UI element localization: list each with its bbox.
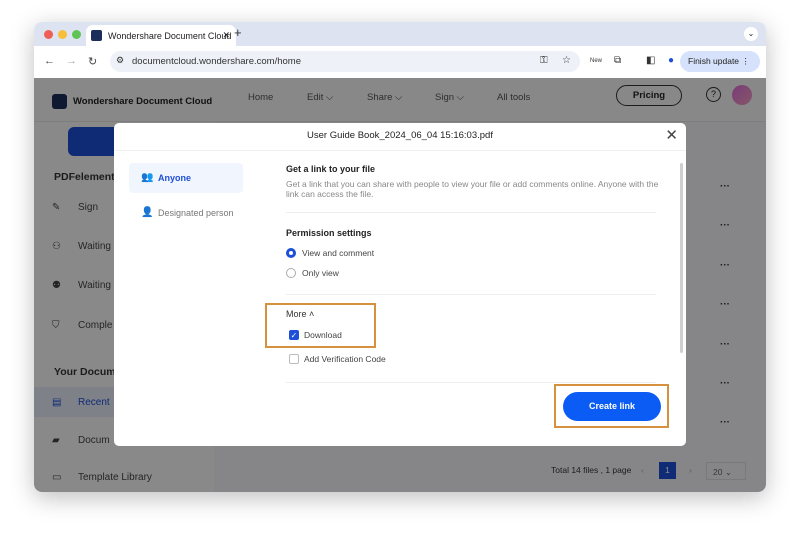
maximize-window-button[interactable] — [72, 30, 81, 39]
finish-update-button[interactable]: Finish update ⋮ — [680, 51, 760, 72]
finish-update-label: Finish update — [688, 56, 740, 66]
divider — [286, 212, 656, 213]
scrollbar[interactable] — [680, 163, 683, 353]
side-panel-icon[interactable]: ◧ — [646, 55, 655, 66]
more-label: More — [286, 309, 307, 319]
tab-bar: Wondershare Document Cloud ✕ + ⌄ — [34, 22, 766, 46]
close-window-button[interactable] — [44, 30, 53, 39]
url-input[interactable]: ⚙ documentcloud.wondershare.com/home ⚿ ☆ — [110, 51, 580, 72]
download-checkbox[interactable]: ✓ — [289, 330, 299, 340]
person-icon: 👤 — [141, 207, 154, 218]
tab-anyone[interactable]: 👥 Anyone — [129, 163, 243, 193]
tab-title: Wondershare Document Cloud — [108, 31, 232, 41]
create-link-button[interactable]: Create link — [563, 392, 661, 421]
new-extension-icon[interactable]: New — [590, 58, 602, 64]
tab-label: Designated person — [158, 208, 234, 218]
close-tab-icon[interactable]: ✕ — [222, 30, 230, 41]
divider — [286, 382, 656, 383]
verification-code-checkbox[interactable] — [289, 354, 299, 364]
highlight-box — [265, 303, 376, 348]
close-icon[interactable]: ✕ — [665, 126, 678, 144]
url-text: documentcloud.wondershare.com/home — [132, 56, 301, 67]
link-heading: Get a link to your file — [286, 164, 376, 174]
group-icon: 👥 — [141, 172, 154, 183]
chevron-up-icon: ˄ — [309, 309, 315, 319]
minimize-window-button[interactable] — [58, 30, 67, 39]
forward-icon[interactable]: → — [66, 55, 77, 67]
favicon-icon — [91, 30, 102, 41]
radio-only-view[interactable] — [286, 268, 296, 278]
star-icon[interactable]: ☆ — [562, 55, 571, 66]
dialog-title: User Guide Book_2024_06_04 15:16:03.pdf — [307, 130, 493, 141]
permission-heading: Permission settings — [286, 228, 372, 238]
browser-tab[interactable]: Wondershare Document Cloud ✕ — [86, 25, 236, 46]
extensions-icon[interactable]: ⧉ — [614, 55, 621, 66]
reload-icon[interactable]: ↻ — [88, 55, 97, 68]
divider — [114, 150, 686, 151]
key-icon[interactable]: ⚿ — [540, 55, 548, 66]
site-settings-icon[interactable]: ⚙ — [116, 55, 124, 66]
new-tab-button[interactable]: + — [234, 25, 242, 40]
share-dialog: User Guide Book_2024_06_04 15:16:03.pdf … — [114, 123, 686, 446]
divider — [286, 294, 656, 295]
back-icon[interactable]: ← — [44, 55, 55, 67]
radio-view-and-comment[interactable] — [286, 248, 296, 258]
radio-label[interactable]: View and comment — [302, 248, 374, 258]
more-toggle[interactable]: More ˄ — [286, 309, 314, 319]
address-bar-row: ← → ↻ ⚙ documentcloud.wondershare.com/ho… — [34, 46, 766, 78]
checkbox-label[interactable]: Download — [304, 330, 342, 340]
checkbox-label[interactable]: Add Verification Code — [304, 354, 386, 364]
radio-label[interactable]: Only view — [302, 268, 339, 278]
profile-icon[interactable]: ● — [668, 55, 674, 66]
link-description: Get a link that you can share with peopl… — [286, 179, 659, 199]
tab-designated-person[interactable]: 👤 Designated person — [129, 198, 243, 228]
tab-search-button[interactable]: ⌄ — [744, 27, 758, 41]
tab-label: Anyone — [158, 173, 192, 183]
